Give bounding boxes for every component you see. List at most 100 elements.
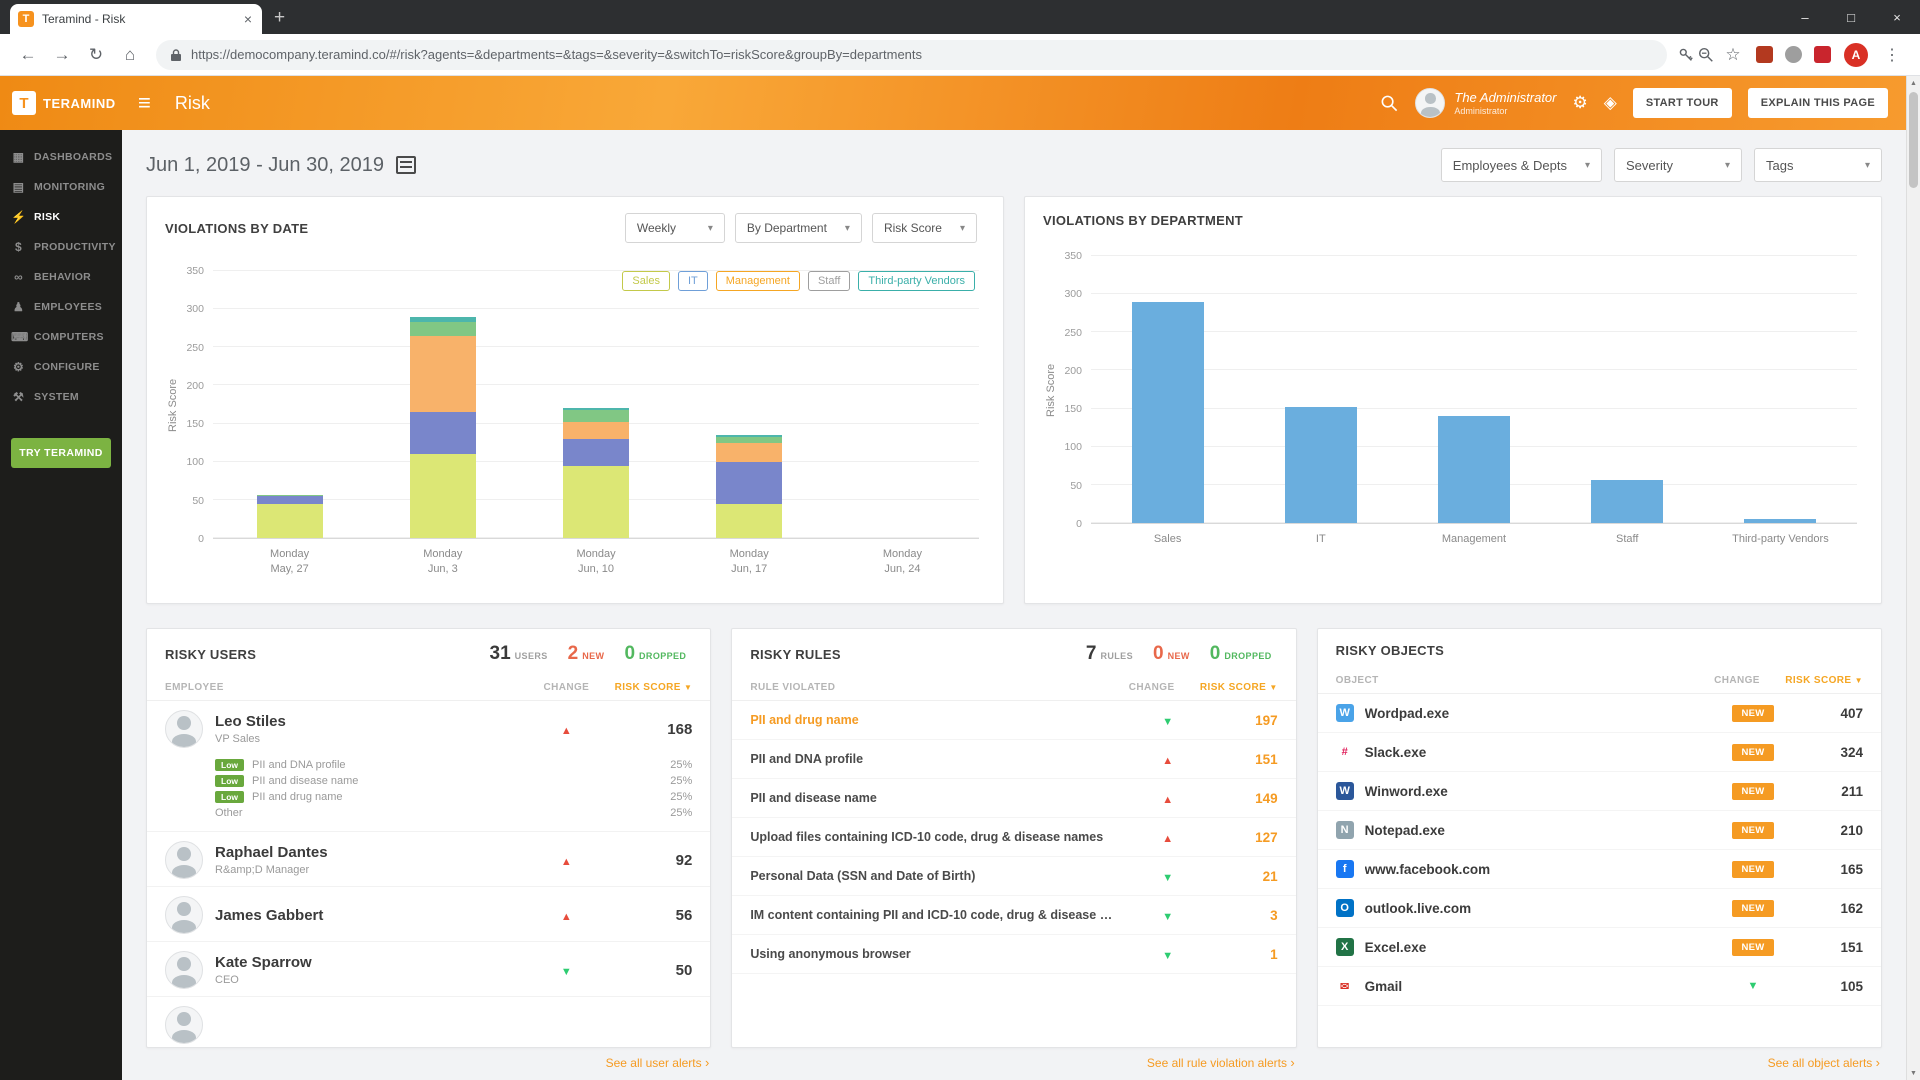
home-icon[interactable]: ⌂ bbox=[114, 39, 146, 71]
browser-profile-avatar[interactable]: A bbox=[1844, 43, 1868, 67]
browser-tab[interactable]: T Teramind - Risk × bbox=[10, 4, 262, 34]
sidebar-item-risk[interactable]: ⚡RISK bbox=[0, 202, 122, 232]
object-row[interactable]: NNotepad.exeNEW210 bbox=[1318, 811, 1881, 850]
object-row[interactable]: Ooutlook.live.comNEW162 bbox=[1318, 889, 1881, 928]
zoom-icon[interactable] bbox=[1697, 46, 1715, 64]
page-scrollbar[interactable]: ▲ ▼ bbox=[1906, 76, 1920, 1080]
column-risk-score-sort[interactable]: RISK SCORE ▼ bbox=[606, 682, 692, 693]
back-icon[interactable]: ← bbox=[12, 39, 44, 71]
trend-down-icon: ▼ bbox=[1748, 980, 1759, 992]
search-icon[interactable] bbox=[1380, 94, 1399, 113]
legend-it[interactable]: IT bbox=[678, 271, 708, 291]
severity-select[interactable]: Severity▾ bbox=[1614, 148, 1742, 182]
column-risk-score-sort[interactable]: RISK SCORE ▼ bbox=[1777, 675, 1863, 686]
sidebar-item-dashboards[interactable]: ▦DASHBOARDS bbox=[0, 142, 122, 172]
legend-third-party-vendors[interactable]: Third-party Vendors bbox=[858, 271, 975, 291]
rule-row[interactable]: Using anonymous browser▼1 bbox=[732, 935, 1295, 974]
explain-page-button[interactable]: EXPLAIN THIS PAGE bbox=[1748, 88, 1888, 118]
user-row[interactable]: Leo StilesVP Sales▲168LowPII and DNA pro… bbox=[147, 701, 710, 832]
sidebar-item-productivity[interactable]: $PRODUCTIVITY bbox=[0, 232, 122, 262]
dept-bar-staff[interactable] bbox=[1591, 480, 1663, 523]
extension-icon[interactable] bbox=[1756, 46, 1773, 63]
date-bar-monday-jun-3[interactable] bbox=[410, 271, 476, 538]
y-tick-label: 300 bbox=[1064, 288, 1082, 300]
see-all-object-alerts-link[interactable]: See all object alerts › bbox=[1317, 1055, 1882, 1070]
see-all-user-alerts-link[interactable]: See all user alerts › bbox=[146, 1055, 711, 1070]
sidebar-item-system[interactable]: ⚒SYSTEM bbox=[0, 382, 122, 412]
object-row[interactable]: ✉Gmail▼105 bbox=[1318, 967, 1881, 1006]
rule-row[interactable]: PII and disease name▲149 bbox=[732, 779, 1295, 818]
bookmark-star-icon[interactable]: ☆ bbox=[1717, 39, 1749, 71]
object-row[interactable]: fwww.facebook.comNEW165 bbox=[1318, 850, 1881, 889]
see-all-rule-violation-alerts-link[interactable]: See all rule violation alerts › bbox=[731, 1055, 1296, 1070]
teramind-logo[interactable]: T TERAMIND bbox=[12, 91, 120, 115]
object-row[interactable]: XExcel.exeNEW151 bbox=[1318, 928, 1881, 967]
calendar-icon[interactable] bbox=[396, 156, 416, 174]
sidebar-item-behavior[interactable]: ∞BEHAVIOR bbox=[0, 262, 122, 292]
group-by-select[interactable]: By Department▾ bbox=[735, 213, 862, 243]
sidebar-item-configure[interactable]: ⚙CONFIGURE bbox=[0, 352, 122, 382]
refresh-icon[interactable]: ↻ bbox=[80, 39, 112, 71]
interval-select[interactable]: Weekly▾ bbox=[625, 213, 725, 243]
new-tab-button[interactable]: + bbox=[274, 7, 285, 29]
risky-users-panel: RISKY USERS 31USERS2NEW0DROPPED EMPLOYEE… bbox=[146, 628, 711, 1048]
column-risk-score-sort[interactable]: RISK SCORE ▼ bbox=[1192, 682, 1278, 693]
rule-row[interactable]: PII and DNA profile▲151 bbox=[732, 740, 1295, 779]
object-row[interactable]: WWordpad.exeNEW407 bbox=[1318, 694, 1881, 733]
new-badge: NEW bbox=[1732, 783, 1773, 800]
object-row[interactable]: WWinword.exeNEW211 bbox=[1318, 772, 1881, 811]
scroll-up-arrow-icon[interactable]: ▲ bbox=[1907, 76, 1920, 90]
metric-select[interactable]: Risk Score▾ bbox=[872, 213, 977, 243]
rule-row[interactable]: Personal Data (SSN and Date of Birth)▼21 bbox=[732, 857, 1295, 896]
user-name: Raphael Dantes bbox=[215, 844, 526, 861]
try-teramind-button[interactable]: TRY TERAMIND bbox=[11, 438, 111, 468]
browser-menu-icon[interactable]: ⋮ bbox=[1876, 45, 1908, 65]
dept-bar-sales[interactable] bbox=[1132, 302, 1204, 523]
tour-diamond-icon[interactable]: ◈ bbox=[1604, 93, 1617, 113]
hamburger-menu-icon[interactable]: ≡ bbox=[138, 90, 151, 116]
rule-row[interactable]: IM content containing PII and ICD-10 cod… bbox=[732, 896, 1295, 935]
date-bar-monday-jun-10[interactable] bbox=[563, 271, 629, 538]
scrollbar-thumb[interactable] bbox=[1909, 92, 1918, 188]
rule-row[interactable]: PII and drug name▼197 bbox=[732, 701, 1295, 740]
minimize-button[interactable]: – bbox=[1782, 0, 1828, 34]
password-key-icon[interactable] bbox=[1677, 46, 1695, 64]
scroll-down-arrow-icon[interactable]: ▼ bbox=[1907, 1066, 1920, 1080]
start-tour-button[interactable]: START TOUR bbox=[1633, 88, 1732, 118]
legend-sales[interactable]: Sales bbox=[622, 271, 670, 291]
user-menu[interactable]: The Administrator Administrator bbox=[1415, 88, 1556, 118]
legend-staff[interactable]: Staff bbox=[808, 271, 850, 291]
y-tick-label: 300 bbox=[186, 303, 204, 315]
risky-objects-panel: RISKY OBJECTS OBJECT CHANGE RISK SCORE ▼… bbox=[1317, 628, 1882, 1048]
stat-users: 31USERS bbox=[490, 643, 548, 665]
legend-management[interactable]: Management bbox=[716, 271, 800, 291]
sidebar-item-label: PRODUCTIVITY bbox=[34, 241, 116, 253]
forward-icon[interactable]: → bbox=[46, 39, 78, 71]
settings-gear-icon[interactable]: ⚙ bbox=[1572, 93, 1587, 113]
url-bar[interactable]: https://democompany.teramind.co/#/risk?a… bbox=[156, 40, 1667, 70]
date-bar-monday-jun-24[interactable] bbox=[869, 271, 935, 538]
dept-bar-third-party-vendors[interactable] bbox=[1744, 519, 1816, 523]
user-row[interactable] bbox=[147, 997, 710, 1047]
rule-row[interactable]: Upload files containing ICD-10 code, dru… bbox=[732, 818, 1295, 857]
user-row[interactable]: Raphael DantesR&amp;D Manager▲92 bbox=[147, 832, 710, 887]
tags-select[interactable]: Tags▾ bbox=[1754, 148, 1882, 182]
maximize-button[interactable]: □ bbox=[1828, 0, 1874, 34]
sidebar-item-monitoring[interactable]: ▤MONITORING bbox=[0, 172, 122, 202]
extension-circle-icon[interactable] bbox=[1785, 46, 1802, 63]
dept-bar-it[interactable] bbox=[1285, 407, 1357, 523]
date-bar-monday-jun-17[interactable] bbox=[716, 271, 782, 538]
sidebar-item-computers[interactable]: ⌨COMPUTERS bbox=[0, 322, 122, 352]
tab-close-icon[interactable]: × bbox=[242, 11, 254, 27]
dept-bar-management[interactable] bbox=[1438, 416, 1510, 523]
employees-depts-select[interactable]: Employees & Depts▾ bbox=[1441, 148, 1602, 182]
object-row[interactable]: #Slack.exeNEW324 bbox=[1318, 733, 1881, 772]
sidebar-item-employees[interactable]: ♟EMPLOYEES bbox=[0, 292, 122, 322]
close-button[interactable]: × bbox=[1874, 0, 1920, 34]
pdf-extension-icon[interactable] bbox=[1814, 46, 1831, 63]
user-row[interactable]: Kate SparrowCEO▼50 bbox=[147, 942, 710, 997]
user-row[interactable]: James Gabbert▲56 bbox=[147, 887, 710, 942]
stat-value: 0 bbox=[1210, 643, 1221, 665]
date-bar-monday-may-27[interactable] bbox=[257, 271, 323, 538]
risk-factor-row: LowPII and DNA profile25% bbox=[215, 757, 692, 773]
